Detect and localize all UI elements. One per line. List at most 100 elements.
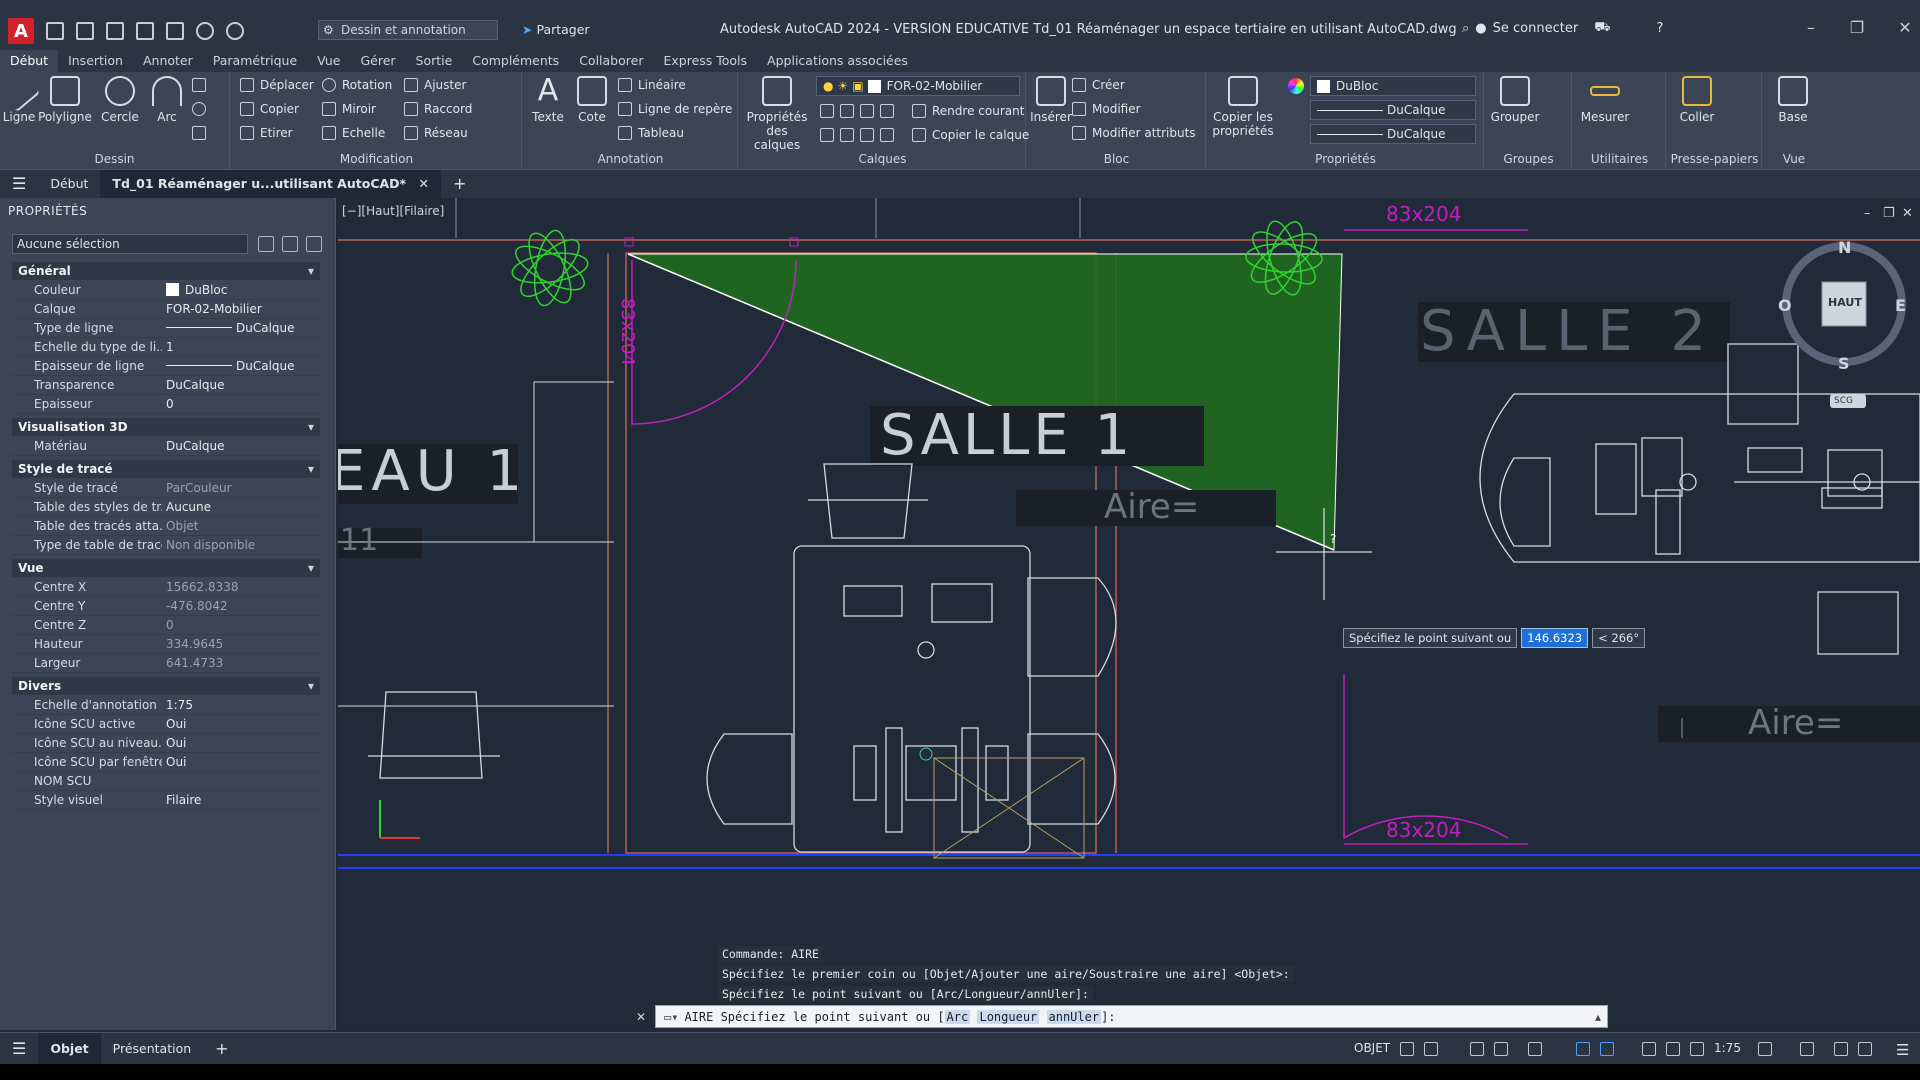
array-button[interactable]: Réseau xyxy=(404,126,468,140)
leader-button[interactable]: Ligne de repère xyxy=(618,102,732,116)
hatch-icon[interactable] xyxy=(192,102,206,116)
viewport-minimize-icon[interactable]: – xyxy=(1864,206,1871,221)
tab-gerer[interactable]: Gérer xyxy=(350,50,405,72)
prop-row[interactable]: Epaisseur de ligne DuCalque xyxy=(12,357,320,376)
model-space-toggle[interactable]: OBJET xyxy=(1354,1041,1390,1055)
copy-button[interactable]: Copier xyxy=(240,102,299,116)
prop-row[interactable]: Style visuel Filaire xyxy=(12,791,320,810)
restore-button[interactable]: ❐ xyxy=(1844,18,1870,37)
make-current-button[interactable]: Rendre courant xyxy=(912,104,1024,118)
save-as-icon[interactable] xyxy=(136,22,154,40)
prop-row[interactable]: Hauteur 334.9645 xyxy=(12,635,320,654)
option-longueur[interactable]: Longueur xyxy=(977,1009,1040,1024)
option-arc[interactable]: Arc xyxy=(944,1009,971,1024)
prop-row[interactable]: Centre Z0 xyxy=(12,616,320,635)
units-icon[interactable] xyxy=(1800,1042,1814,1056)
command-history-toggle-icon[interactable]: ▴ xyxy=(1595,1010,1601,1024)
new-file-icon[interactable] xyxy=(46,22,64,40)
annotation-visibility-icon[interactable] xyxy=(1642,1042,1656,1056)
tab-vue[interactable]: Vue xyxy=(307,50,350,72)
close-tab-icon[interactable]: ✕ xyxy=(418,176,428,191)
prop-row[interactable]: Centre Y -476.8042 xyxy=(12,597,320,616)
prop-row[interactable]: Type de table de tracé Non disponible xyxy=(12,536,320,555)
prop-row[interactable]: Epaisseur 0 xyxy=(12,395,320,414)
prop-row[interactable]: Icône SCU par fenêtre Oui xyxy=(12,753,320,772)
collapse-chevron-icon[interactable]: ▾ xyxy=(308,559,314,577)
layer-tools-row1[interactable] xyxy=(820,104,894,118)
copy-layer-button[interactable]: Copier le calque xyxy=(912,128,1029,142)
viewport-close-icon[interactable]: ✕ xyxy=(1902,206,1913,221)
option-annuler[interactable]: annUler xyxy=(1046,1009,1102,1024)
ortho-icon[interactable] xyxy=(1470,1042,1484,1056)
toggle-pickadd-icon[interactable] xyxy=(258,236,274,252)
prop-row[interactable]: Centre X 15662.8338 xyxy=(12,578,320,597)
print-icon[interactable] xyxy=(166,22,184,40)
menu-icon[interactable]: ☰ xyxy=(0,170,38,198)
close-command-icon[interactable]: ✕ xyxy=(636,1010,646,1024)
prop-row[interactable]: Calque FOR-02-Mobilier xyxy=(12,300,320,319)
base-view-button[interactable]: Base xyxy=(1768,76,1818,124)
prop-row[interactable]: Couleur DuBloc xyxy=(12,281,320,300)
section-general[interactable]: Général ▾ xyxy=(12,262,320,280)
rotate-button[interactable]: Rotation xyxy=(322,78,392,92)
viewport-controls-label[interactable]: [−][Haut][Filaire] xyxy=(342,204,444,218)
tab-collaborer[interactable]: Collaborer xyxy=(569,50,653,72)
viewcube-top-face[interactable]: HAUT xyxy=(1828,296,1862,309)
layer-dropdown[interactable]: ● ☀ ▣ FOR-02-Mobilier xyxy=(816,76,1020,96)
compass-s[interactable]: S xyxy=(1838,354,1850,373)
tab-model[interactable]: Objet xyxy=(38,1032,101,1065)
autocad-logo-icon[interactable]: A xyxy=(8,18,34,44)
tab-current-drawing[interactable]: Td_01 Réaménager u...utilisant AutoCAD* … xyxy=(100,170,441,198)
workspace-gear-icon[interactable] xyxy=(1758,1042,1772,1056)
measure-button[interactable]: Mesurer xyxy=(1578,76,1632,124)
trim-button[interactable]: Ajuster xyxy=(404,78,466,92)
select-objects-icon[interactable] xyxy=(282,236,298,252)
prop-row[interactable]: Table des styles de tr... Aucune xyxy=(12,498,320,517)
quick-select-icon[interactable] xyxy=(306,236,322,252)
isodraft-icon[interactable] xyxy=(1528,1042,1542,1056)
workspace-select[interactable]: ⚙ Dessin et annotation xyxy=(318,20,498,40)
tab-start[interactable]: Début xyxy=(38,170,100,198)
grid-icon[interactable] xyxy=(1400,1042,1414,1056)
lineweight-dropdown[interactable]: DuCalque xyxy=(1310,124,1476,144)
prop-row[interactable]: Transparence DuCalque xyxy=(12,376,320,395)
compass-n[interactable]: N xyxy=(1838,238,1851,257)
layer-tools-row2[interactable] xyxy=(820,128,894,142)
dynamic-input-angle[interactable]: < 266° xyxy=(1592,628,1646,648)
drawing-viewport[interactable]: [−][Haut][Filaire] – ❐ ✕ SALLE 1 Aire= S… xyxy=(338,198,1920,1030)
group-button[interactable]: Grouper xyxy=(1490,76,1540,124)
search-icon[interactable]: ⌕ xyxy=(1462,21,1469,36)
fillet-button[interactable]: Raccord xyxy=(404,102,472,116)
stretch-button[interactable]: Etirer xyxy=(240,126,293,140)
grid-icon[interactable] xyxy=(192,126,206,140)
linetype-dropdown[interactable]: DuCalque xyxy=(1310,100,1476,120)
polyline-button[interactable]: Polyligne xyxy=(38,76,92,124)
redo-icon[interactable] xyxy=(226,22,244,40)
arc-button[interactable]: Arc xyxy=(150,76,184,124)
undo-icon[interactable] xyxy=(196,22,214,40)
rectangle-icon[interactable] xyxy=(192,78,206,92)
edit-attributes-button[interactable]: Modifier attributs xyxy=(1072,126,1196,140)
prop-row[interactable]: Style de tracé ParCouleur xyxy=(12,479,320,498)
selection-dropdown[interactable]: Aucune sélection xyxy=(12,234,248,254)
insert-block-button[interactable]: Insérer xyxy=(1030,76,1072,124)
color-wheel-icon[interactable] xyxy=(1288,78,1304,94)
fullscreen-icon[interactable] xyxy=(1858,1042,1872,1056)
section-visualisation-3d[interactable]: Visualisation 3D ▾ xyxy=(12,418,320,436)
minimize-button[interactable]: – xyxy=(1798,18,1824,37)
object-track-icon[interactable] xyxy=(1576,1042,1590,1056)
add-layout-button[interactable]: + xyxy=(203,1033,240,1065)
viewport-restore-icon[interactable]: ❐ xyxy=(1883,206,1895,221)
line-button[interactable]: Ligne xyxy=(0,69,41,124)
match-properties-button[interactable]: Copier les propriétés xyxy=(1208,76,1278,138)
ucs-menu[interactable]: SCG xyxy=(1830,394,1866,408)
layout-menu-icon[interactable]: ☰ xyxy=(0,1033,38,1065)
snap-icon[interactable] xyxy=(1424,1042,1438,1056)
new-tab-button[interactable]: + xyxy=(441,170,478,198)
compass-o[interactable]: O xyxy=(1778,296,1792,315)
collapse-chevron-icon[interactable]: ▾ xyxy=(308,418,314,436)
text-button[interactable]: A Texte xyxy=(526,76,570,125)
isolate-icon[interactable] xyxy=(1834,1042,1848,1056)
cart-icon[interactable]: ⛟ xyxy=(1594,20,1610,37)
prop-row[interactable]: Icône SCU au niveau... Oui xyxy=(12,734,320,753)
